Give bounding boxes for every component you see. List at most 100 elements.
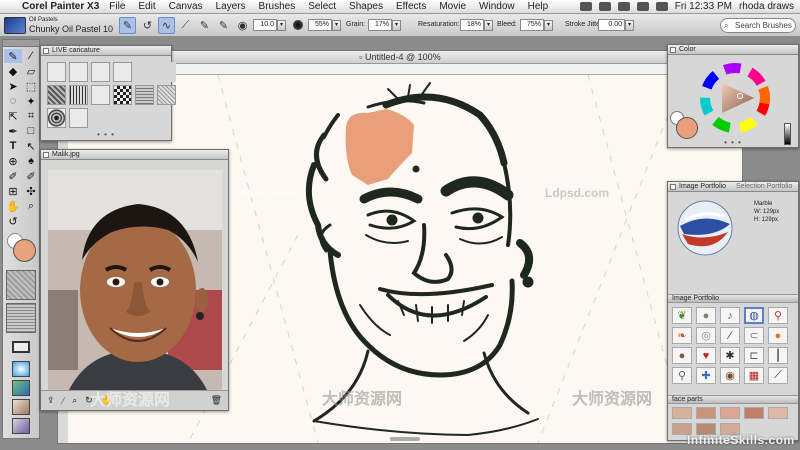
opacity-field[interactable]: 55%	[308, 19, 332, 31]
button-item[interactable]: ◎	[696, 327, 716, 344]
brush-item[interactable]: ⁄	[720, 327, 740, 344]
menu-brushes[interactable]: Brushes	[259, 1, 296, 12]
palette-grip[interactable]: • • •	[41, 130, 171, 139]
brush-preset[interactable]	[113, 62, 132, 82]
color-titlebar[interactable]: Color	[668, 45, 798, 55]
dab-preview-icon[interactable]: ✎	[215, 17, 232, 34]
close-icon[interactable]	[670, 47, 676, 53]
resaturation-arrow[interactable]: ▾	[484, 20, 493, 31]
face-parts-section-header[interactable]: face parts	[668, 395, 798, 404]
paint-bucket-icon[interactable]: ◆	[4, 64, 22, 78]
import-icon[interactable]: ⇪	[47, 395, 55, 406]
battery-icon[interactable]	[655, 2, 668, 11]
clamp-item[interactable]: ⊏	[744, 347, 764, 364]
timemachine-icon[interactable]	[598, 2, 611, 11]
face-part-item[interactable]	[720, 407, 740, 419]
pattern-item[interactable]: ▦	[744, 367, 764, 384]
guitar-item[interactable]: ♪	[720, 307, 740, 324]
pumpkin-item[interactable]: ●	[768, 327, 788, 344]
volume-icon[interactable]	[636, 2, 649, 11]
menu-help[interactable]: Help	[528, 1, 549, 12]
portfolio-section-header[interactable]: Image Portfolio	[668, 294, 798, 303]
app-menu[interactable]: Corel Painter X3	[22, 1, 99, 12]
close-icon[interactable]	[43, 48, 49, 54]
pattern-selector[interactable]	[6, 303, 36, 333]
menu-file[interactable]: File	[109, 1, 125, 12]
brush-tool-icon[interactable]: ✎	[4, 49, 22, 63]
jack-item[interactable]: ✚	[696, 367, 716, 384]
transform-tool-icon[interactable]: ⬚	[22, 79, 40, 93]
kaleidoscope-icon[interactable]: ✣	[22, 184, 40, 198]
dropper-icon[interactable]: ⁄	[63, 396, 65, 406]
rotate-page-icon[interactable]: ↺	[4, 214, 22, 228]
menu-window[interactable]: Window	[479, 1, 515, 12]
stroke-straight-icon[interactable]: ⟋	[177, 17, 194, 34]
menu-edit[interactable]: Edit	[138, 1, 155, 12]
main-color-swatch[interactable]	[13, 239, 36, 262]
wifi-icon[interactable]	[617, 2, 630, 11]
grain-field[interactable]: 17%	[368, 19, 392, 31]
shape-selection-icon[interactable]: ↖	[22, 139, 40, 153]
dropper-tool-icon[interactable]: ⁄	[22, 49, 40, 63]
pen-item[interactable]: ⟋	[768, 367, 788, 384]
live-caricature-titlebar[interactable]: LIVE caricature	[41, 46, 171, 56]
paper-texture[interactable]	[135, 85, 154, 105]
rectangle-shape-icon[interactable]: □	[22, 124, 40, 138]
brush-preset[interactable]	[91, 85, 110, 105]
strawberry-item[interactable]: ♥	[696, 347, 716, 364]
stroke-freehand-icon[interactable]: ∿	[158, 17, 175, 34]
grain-arrow[interactable]: ▾	[392, 20, 401, 31]
menu-layers[interactable]: Layers	[216, 1, 246, 12]
menu-shapes[interactable]: Shapes	[349, 1, 383, 12]
mirror-tool-icon[interactable]: ⊞	[4, 184, 22, 198]
reset-tool-icon[interactable]: ↺	[139, 17, 156, 34]
menu-effects[interactable]: Effects	[396, 1, 426, 12]
marble-item[interactable]: ◍	[744, 307, 764, 324]
opacity-arrow[interactable]: ▾	[332, 20, 341, 31]
brush-preset[interactable]	[47, 62, 66, 82]
stroke-jitter-field[interactable]: 0.00	[598, 19, 625, 31]
selection-adjuster-icon[interactable]: ⇱	[4, 109, 22, 123]
photo-titlebar[interactable]: Malik.jpg	[41, 150, 228, 160]
brush-preset[interactable]	[69, 62, 88, 82]
look-selector[interactable]	[12, 361, 30, 377]
close-icon[interactable]	[670, 184, 676, 190]
resaturation-field[interactable]: 18%	[460, 19, 484, 31]
tab-image-portfolio[interactable]: Image Portfolio	[679, 183, 726, 190]
gradient-selector[interactable]	[12, 341, 30, 353]
nozzle-selector[interactable]	[12, 380, 30, 396]
paper-texture[interactable]	[47, 85, 66, 105]
paper-texture[interactable]	[113, 85, 132, 105]
face-part-item[interactable]	[672, 407, 692, 419]
menu-canvas[interactable]: Canvas	[169, 1, 203, 12]
search-brushes-input[interactable]: ⌕ Search Brushes	[720, 18, 796, 33]
leaf-item[interactable]: ❦	[672, 307, 692, 324]
paper-texture[interactable]	[157, 85, 176, 105]
cloner-tool-icon[interactable]: ⊕	[4, 154, 22, 168]
tab-selection-portfolio[interactable]: Selection Portfolio	[736, 182, 792, 192]
user-name[interactable]: rhoda draws	[739, 1, 794, 12]
texture-selector[interactable]	[12, 418, 30, 434]
grabber-hand-icon[interactable]: ✋	[4, 199, 22, 213]
palette-grip[interactable]: • • •	[668, 138, 798, 147]
layer-adjuster-icon[interactable]: ➤	[4, 79, 22, 93]
canvas-scroll-thumb[interactable]	[390, 437, 420, 441]
enhanced-preview-icon[interactable]: ◉	[234, 17, 251, 34]
bleed-arrow[interactable]: ▾	[544, 20, 553, 31]
crop-tool-icon[interactable]: ⌗	[22, 109, 40, 123]
brush-preset[interactable]	[69, 108, 88, 128]
coconut-item[interactable]: ●	[672, 347, 692, 364]
weave-selector[interactable]	[12, 399, 30, 415]
brush-selector[interactable]: Oil Pastels Chunky Oil Pastel 10	[4, 16, 116, 35]
pattern-swatch[interactable]	[47, 108, 66, 128]
clip-item[interactable]: ⊂	[744, 327, 764, 344]
brush-preset[interactable]	[91, 62, 110, 82]
menu-select[interactable]: Select	[308, 1, 336, 12]
maple-leaf-item[interactable]: ❧	[672, 327, 692, 344]
clock[interactable]: Fri 12:33 PM	[675, 1, 732, 12]
color-wheel[interactable]	[700, 63, 770, 133]
nail-item[interactable]: ┃	[768, 347, 788, 364]
rubber-stamp-icon[interactable]: ♠	[22, 154, 40, 168]
dodge-tool-icon[interactable]: ✐	[4, 169, 22, 183]
portfolio-titlebar[interactable]: Image Portfolio Selection Portfolio	[668, 182, 798, 192]
